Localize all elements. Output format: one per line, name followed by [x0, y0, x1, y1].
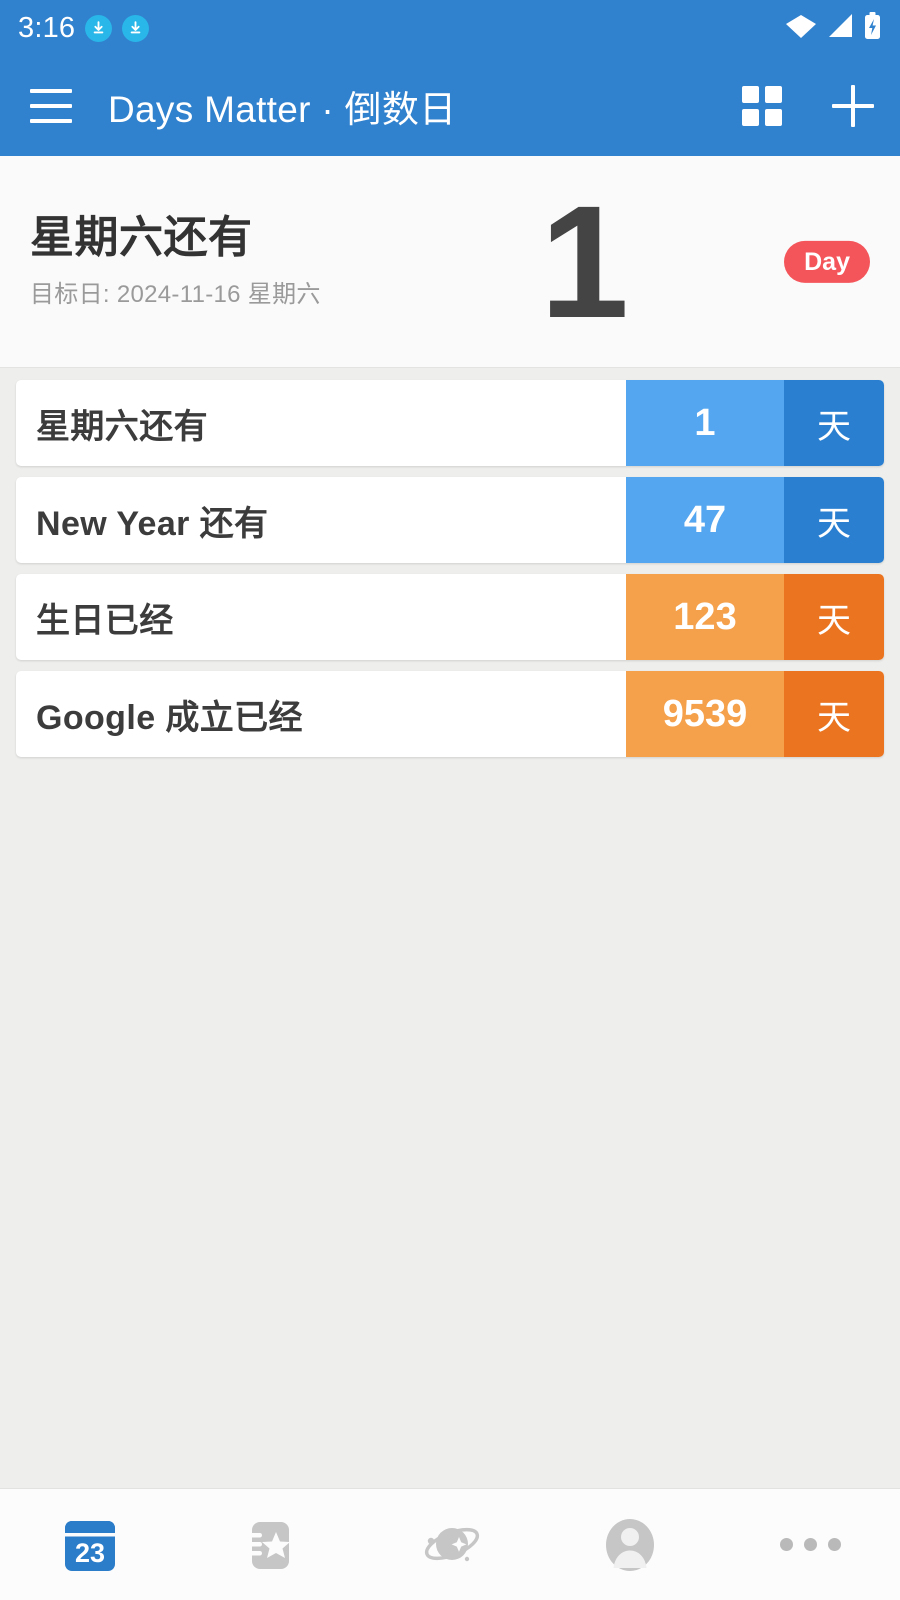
- cell-signal-icon: [826, 12, 854, 44]
- featured-event-unit-badge: Day: [784, 240, 870, 283]
- app-root: 3:16 Days Matter · 倒数日 星期六还有 目标日: 2024-1…: [0, 0, 900, 1600]
- download-icon: [122, 14, 150, 42]
- nav-item-more[interactable]: [720, 1489, 900, 1600]
- ticket-star-icon: [243, 1517, 297, 1573]
- app-title: Days Matter · 倒数日: [108, 89, 457, 130]
- person-avatar-icon: [603, 1516, 657, 1574]
- featured-event-target-date: 目标日: 2024-11-16 星期六: [30, 281, 321, 309]
- event-list-item[interactable]: 星期六还有 1 天: [16, 380, 884, 466]
- event-unit: 天: [784, 477, 884, 563]
- status-bar: 3:16: [0, 0, 900, 56]
- grid-view-icon[interactable]: [742, 86, 782, 126]
- nav-item-countdown[interactable]: 23: [0, 1489, 180, 1600]
- nav-item-profile[interactable]: [540, 1489, 720, 1600]
- event-list-item[interactable]: 生日已经 123 天: [16, 574, 884, 660]
- app-toolbar: Days Matter · 倒数日: [0, 56, 900, 156]
- event-unit: 天: [784, 574, 884, 660]
- status-bar-right: [785, 11, 882, 45]
- nav-item-discover[interactable]: [360, 1489, 540, 1600]
- nav-item-collection[interactable]: [180, 1489, 360, 1600]
- event-name: 生日已经: [36, 601, 174, 640]
- event-count: 123: [626, 574, 784, 660]
- hamburger-menu-icon[interactable]: [30, 89, 72, 123]
- event-list: 星期六还有 1 天 New Year 还有 47 天 生日已经 123 天 Go…: [0, 368, 900, 1488]
- event-count: 9539: [626, 671, 784, 757]
- event-count: 1: [626, 380, 784, 466]
- wifi-icon: [785, 12, 817, 44]
- event-unit: 天: [784, 671, 884, 757]
- event-count: 47: [626, 477, 784, 563]
- featured-event-texts: 星期六还有 目标日: 2024-11-16 星期六: [30, 212, 321, 309]
- bottom-navigation-bar: 23: [0, 1488, 900, 1600]
- event-unit: 天: [784, 380, 884, 466]
- planet-icon: [419, 1517, 481, 1573]
- featured-event-title: 星期六还有: [30, 212, 253, 262]
- featured-event-count: 1: [540, 171, 629, 351]
- event-list-item[interactable]: Google 成立已经 9539 天: [16, 671, 884, 757]
- status-bar-left: 3:16: [18, 11, 150, 44]
- more-dots-icon: [779, 1538, 841, 1551]
- calendar-23-icon: 23: [63, 1517, 117, 1573]
- toolbar-actions: [742, 85, 874, 127]
- event-name: 星期六还有: [36, 407, 208, 446]
- featured-event-card[interactable]: 星期六还有 目标日: 2024-11-16 星期六 1 Day: [0, 156, 900, 368]
- svg-text:23: 23: [75, 1538, 105, 1568]
- battery-charging-icon: [863, 11, 882, 45]
- event-list-item[interactable]: New Year 还有 47 天: [16, 477, 884, 563]
- download-icon: [85, 14, 113, 42]
- plus-icon[interactable]: [832, 85, 874, 127]
- status-bar-clock: 3:16: [18, 11, 76, 44]
- event-name: Google 成立已经: [36, 698, 303, 737]
- event-name: New Year 还有: [36, 504, 269, 543]
